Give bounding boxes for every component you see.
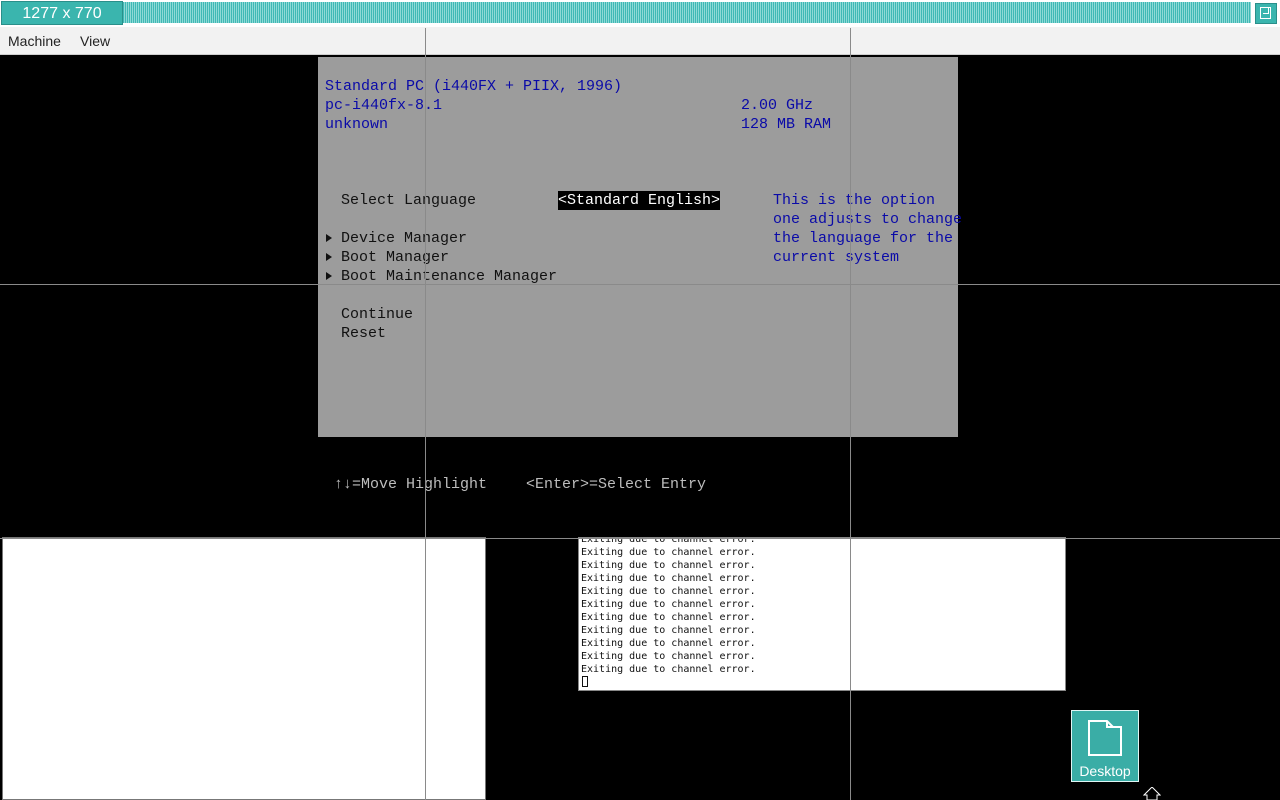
hint-select-entry: <Enter>=Select Entry [526,476,707,493]
cpu-speed: 2.00 GHz [741,97,814,114]
submenu-arrow-icon [326,272,332,280]
help-line-2: one adjusts to change [773,211,963,228]
title-bar-drag-area[interactable] [123,2,1251,23]
action-continue[interactable]: Continue [341,305,413,324]
menu-view[interactable]: View [80,33,110,49]
submenu-arrow-icon [326,253,332,261]
language-value[interactable]: <Standard English> [558,191,721,210]
terminal-line: Exiting due to channel error. [581,586,756,597]
help-line-4: current system [773,249,900,266]
grid-line-vertical [425,28,426,800]
folder-icon [1088,720,1122,756]
machine-title: Standard PC (i440FX + PIIX, 1996) [325,78,623,95]
terminal-line: Exiting due to channel error. [581,573,756,584]
terminal-window[interactable]: Exiting due to channel error. Exiting du… [578,537,1066,691]
grid-line-vertical [850,28,851,800]
help-line-3: the language for the [773,230,954,247]
hint-move-highlight: ↑↓=Move Highlight [334,476,488,493]
help-line-1: This is the option [773,192,936,209]
menu-boot-manager[interactable]: Boot Manager [341,248,449,267]
maximize-icon [1260,7,1271,19]
window-size-label: 1277 x 770 [1,1,123,25]
menu-machine[interactable]: Machine [8,33,61,49]
desktop-shortcut[interactable]: Desktop [1071,710,1139,782]
terminal-line: Exiting due to channel error. [581,547,756,558]
grid-line-horizontal [0,538,1280,539]
desktop-label: Desktop [1079,763,1131,779]
bios-setup-panel: Standard PC (i440FX + PIIX, 1996) pc-i44… [318,57,962,437]
maximize-button[interactable] [1255,3,1277,24]
terminal-line: Exiting due to channel error. [581,638,756,649]
terminal-line: Exiting due to channel error. [581,599,756,610]
terminal-line: Exiting due to channel error. [581,612,756,623]
mouse-pointer-icon [1143,787,1161,800]
terminal-cursor [582,676,588,687]
action-reset[interactable]: Reset [341,324,386,343]
menu-bar: Machine View [0,27,1280,55]
terminal-line: Exiting due to channel error. [581,651,756,662]
grid-line-horizontal [0,284,1280,285]
machine-vendor: unknown [325,116,389,133]
vm-display[interactable]: Standard PC (i440FX + PIIX, 1996) pc-i44… [0,55,1280,800]
submenu-arrow-icon [326,234,332,242]
menu-device-manager[interactable]: Device Manager [341,229,467,248]
terminal-line: Exiting due to channel error. [581,625,756,636]
blank-window [2,537,486,800]
title-bar: 1277 x 770 [0,0,1280,27]
ram-size: 128 MB RAM [741,116,832,133]
terminal-line: Exiting due to channel error. [581,560,756,571]
terminal-line: Exiting due to channel error. [581,664,756,675]
select-language-label[interactable]: Select Language [341,191,476,210]
